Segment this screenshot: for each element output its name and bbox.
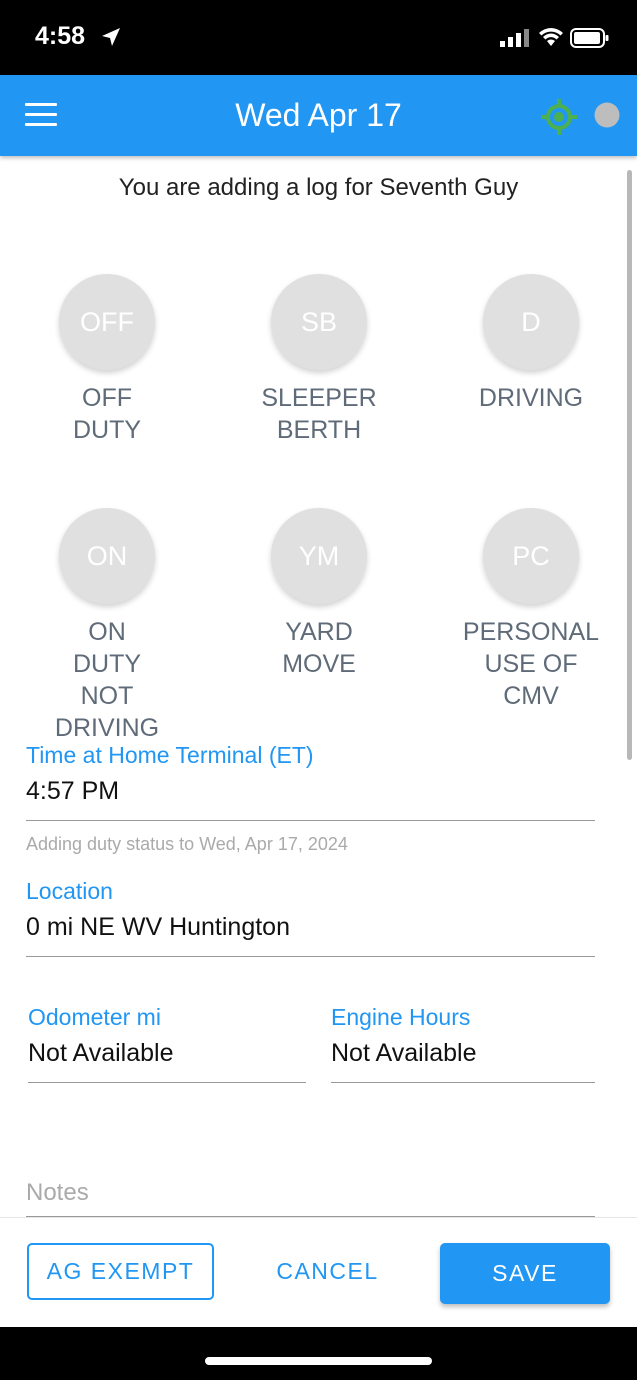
gps-status-icon[interactable] — [540, 98, 578, 136]
field-underline — [28, 1082, 306, 1083]
location-value[interactable]: 0 mi NE WV Huntington — [26, 913, 595, 942]
battery-icon — [570, 28, 609, 48]
status-driving[interactable]: D DRIVING — [425, 274, 637, 414]
status-label: PERSONAL USE OF CMV — [462, 618, 600, 710]
wifi-icon — [539, 28, 563, 46]
cellular-signal-icon — [500, 29, 529, 47]
odometer-field[interactable]: Odometer mi Not Available — [28, 1004, 306, 1083]
action-footer: AG EXEMPT CANCEL SAVE — [0, 1217, 637, 1328]
home-indicator[interactable] — [205, 1357, 432, 1365]
time-field-value[interactable]: 4:57 PM — [26, 777, 595, 806]
cancel-button[interactable]: CANCEL — [245, 1243, 410, 1300]
status-personal-use[interactable]: PC PERSONAL USE OF CMV — [425, 508, 637, 712]
status-label: ON DUTY NOT DRIVING — [54, 618, 160, 742]
engine-hours-label: Engine Hours — [331, 1004, 471, 1030]
status-on-duty-not-driving[interactable]: ON ON DUTY NOT DRIVING — [1, 508, 213, 744]
duty-date-hint: Adding duty status to Wed, Apr 17, 2024 — [26, 834, 348, 854]
save-button[interactable]: SAVE — [440, 1243, 610, 1304]
location-arrow-icon — [102, 28, 120, 46]
status-circle[interactable]: SB — [271, 274, 367, 370]
status-label: DRIVING — [478, 384, 584, 412]
time-field[interactable]: Time at Home Terminal (ET) 4:57 PM — [26, 742, 595, 821]
engine-hours-field[interactable]: Engine Hours Not Available — [331, 1004, 595, 1083]
status-circle[interactable]: ON — [59, 508, 155, 604]
odometer-label: Odometer mi — [28, 1004, 161, 1030]
status-circle[interactable]: OFF — [59, 274, 155, 370]
status-off-duty[interactable]: OFF OFF DUTY — [1, 274, 213, 446]
status-circle[interactable]: D — [483, 274, 579, 370]
ag-exempt-button[interactable]: AG EXEMPT — [27, 1243, 214, 1300]
time-field-label: Time at Home Terminal (ET) — [26, 742, 314, 768]
engine-hours-value[interactable]: Not Available — [331, 1039, 595, 1068]
status-label: YARD MOVE — [282, 618, 356, 678]
field-underline — [331, 1082, 595, 1083]
scrollbar[interactable] — [627, 170, 632, 760]
adding-log-notice: You are adding a log for Seventh Guy — [118, 174, 519, 201]
field-underline — [26, 956, 595, 957]
notes-input[interactable]: Notes — [26, 1179, 89, 1207]
connection-status-dot-icon — [594, 102, 620, 128]
status-label: SLEEPER BERTH — [261, 384, 377, 444]
status-circle[interactable]: PC — [483, 508, 579, 604]
app-header: Wed Apr 17 — [0, 75, 637, 156]
location-field[interactable]: Location 0 mi NE WV Huntington — [26, 878, 595, 957]
status-sleeper-berth[interactable]: SB SLEEPER BERTH — [213, 274, 425, 446]
ios-status-bar: 4:58 — [0, 0, 637, 75]
status-label: OFF DUTY — [72, 384, 142, 444]
status-yard-move[interactable]: YM YARD MOVE — [213, 508, 425, 680]
status-circle[interactable]: YM — [271, 508, 367, 604]
location-label: Location — [26, 878, 113, 904]
home-bar — [0, 1327, 637, 1380]
field-underline — [26, 820, 595, 821]
status-time: 4:58 — [35, 22, 86, 50]
odometer-value[interactable]: Not Available — [28, 1039, 306, 1068]
